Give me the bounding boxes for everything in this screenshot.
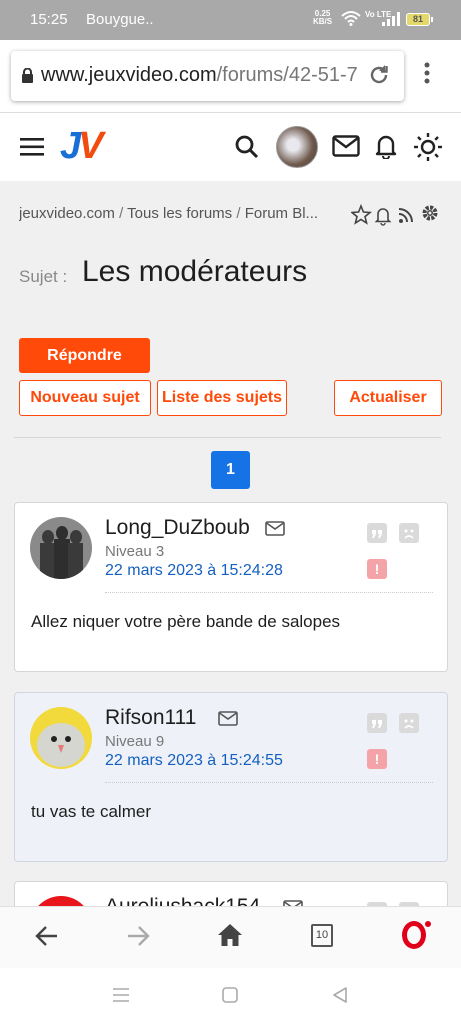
notification-bell-icon[interactable] [375, 133, 397, 164]
url-text[interactable]: www.jeuxvideo.com/forums/42-51-7 [41, 64, 366, 87]
post-author[interactable]: Aureliushack154 [105, 895, 260, 906]
back-button-icon[interactable] [332, 987, 348, 1008]
battery-icon: 81 [406, 13, 433, 26]
system-navigation-bar [0, 968, 461, 1024]
site-header: JV [0, 113, 461, 181]
logo-j: J [60, 125, 81, 167]
status-bar: 15:25 Bouygue.. 0.25 KB/S Vo LTE 81 [0, 0, 461, 40]
breadcrumb-home[interactable]: jeuxvideo.com [19, 205, 115, 222]
topic-prefix: Sujet : [19, 267, 68, 286]
new-topic-button[interactable]: Nouveau sujet [19, 380, 151, 416]
opera-menu-icon[interactable] [402, 921, 426, 949]
breadcrumb-separator: / [119, 205, 124, 222]
browser-toolbar: www.jeuxvideo.com/forums/42-51-7 [0, 40, 461, 113]
hamburger-menu-icon[interactable] [20, 138, 44, 161]
post-message: tu vas te calmer [31, 802, 151, 821]
post-separator [105, 592, 433, 593]
post-date[interactable]: 22 mars 2023 à 15:24:55 [105, 752, 283, 770]
breadcrumb-separator: / [236, 205, 241, 222]
network-speed: 0.25 KB/S [313, 10, 332, 26]
quote-icon[interactable] [367, 523, 387, 543]
post-author[interactable]: Long_DuZboub [105, 516, 250, 540]
post-separator [105, 782, 433, 783]
post-author-level: Niveau 3 [105, 543, 165, 560]
post-avatar[interactable] [30, 896, 92, 906]
post-date[interactable]: 22 mars 2023 à 15:24:28 [105, 562, 283, 580]
wifi-icon [341, 10, 361, 30]
forum-post: Aureliushack154 [14, 881, 448, 906]
signal-icon [382, 12, 400, 30]
url-domain: www.jeuxvideo.com [41, 64, 217, 86]
status-time: 15:25 [30, 11, 68, 28]
settings-gear-icon[interactable] [422, 205, 438, 221]
follow-bell-icon[interactable] [374, 208, 392, 226]
post-author-level: Niveau 9 [105, 733, 165, 750]
star-icon[interactable] [349, 203, 373, 225]
status-carrier: Bouygue.. [86, 11, 154, 28]
breadcrumb-forum[interactable]: Forum Bl... [245, 205, 318, 222]
recent-apps-icon[interactable] [112, 987, 130, 1008]
user-avatar[interactable] [276, 126, 318, 168]
tabs-count-icon[interactable]: 10 [311, 924, 333, 947]
quote-icon[interactable] [367, 713, 387, 733]
post-message: Allez niquer votre père bande de salopes [31, 612, 341, 631]
logo-v: V [78, 125, 103, 167]
alert-icon[interactable]: ! [367, 749, 387, 769]
home-button-icon[interactable] [222, 987, 238, 1008]
report-sad-icon[interactable] [399, 523, 419, 543]
post-avatar[interactable] [30, 707, 92, 769]
reload-icon[interactable] [367, 63, 391, 92]
pagination-current-page[interactable]: 1 [211, 451, 250, 489]
site-logo[interactable]: JV [60, 125, 104, 168]
notification-dot [425, 921, 431, 927]
refresh-button[interactable]: Actualiser [334, 380, 442, 416]
lock-icon [21, 67, 34, 88]
more-menu-icon[interactable] [424, 62, 430, 89]
forum-page: jeuxvideo.com / Tous les forums / Forum … [0, 181, 461, 906]
post-author[interactable]: Rifson111 [105, 706, 196, 730]
browser-bottom-bar: 10 [0, 906, 461, 968]
topic-title: Les modérateurs [82, 255, 308, 288]
home-icon[interactable] [217, 923, 243, 952]
report-sad-icon[interactable] [399, 713, 419, 733]
mail-icon[interactable] [332, 135, 360, 162]
url-path: /forums/42-51-7 [216, 64, 358, 86]
forward-arrow-icon[interactable] [126, 925, 150, 952]
rss-icon[interactable] [398, 208, 413, 223]
topic-list-button[interactable]: Liste des sujets [157, 380, 287, 416]
breadcrumb: jeuxvideo.com / Tous les forums / Forum … [19, 205, 349, 222]
breadcrumb-all-forums[interactable]: Tous les forums [127, 205, 232, 222]
post-avatar[interactable] [30, 517, 92, 579]
alert-icon[interactable]: ! [367, 559, 387, 579]
search-icon[interactable] [234, 134, 260, 165]
back-arrow-icon[interactable] [35, 925, 59, 952]
reply-button[interactable]: Répondre [19, 338, 150, 373]
forum-post: Rifson111 Niveau 9 22 mars 2023 à 15:24:… [14, 692, 448, 862]
network-speed-unit: KB/S [313, 17, 333, 26]
private-message-icon[interactable] [265, 521, 285, 541]
divider [14, 437, 441, 438]
forum-post: Long_DuZboub Niveau 3 22 mars 2023 à 15:… [14, 502, 448, 672]
theme-toggle-sun-icon[interactable] [413, 132, 443, 167]
address-bar[interactable]: www.jeuxvideo.com/forums/42-51-7 [11, 51, 404, 101]
private-message-icon[interactable] [218, 711, 238, 731]
topic-tools [349, 203, 441, 231]
